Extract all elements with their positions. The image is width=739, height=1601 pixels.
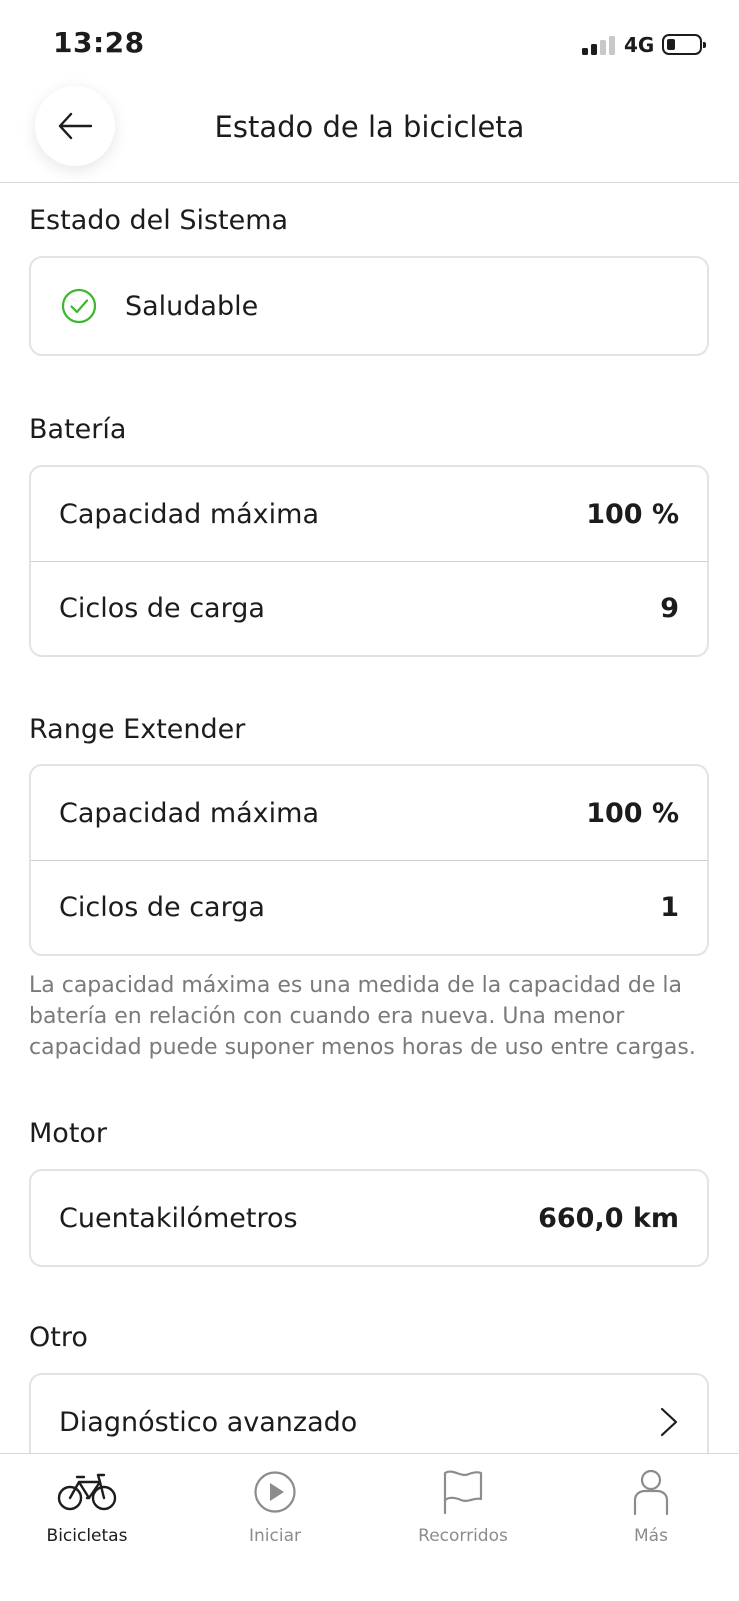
battery-card: Capacidad máxima 100 % Ciclos de carga 9 bbox=[29, 465, 709, 657]
header: Estado de la bicicleta bbox=[0, 80, 739, 183]
row-label: Capacidad máxima bbox=[59, 797, 320, 829]
row-label: Ciclos de carga bbox=[59, 593, 265, 624]
battery-cycles-row: Ciclos de carga 9 bbox=[31, 561, 707, 655]
battery-icon bbox=[662, 34, 706, 55]
tab-label: Más bbox=[634, 1526, 668, 1546]
odometer-row: Cuentakilómetros 660,0 km bbox=[31, 1171, 707, 1265]
signal-strength-icon bbox=[582, 36, 616, 55]
row-label: Diagnóstico avanzado bbox=[59, 1406, 358, 1438]
tab-bar: Bicicletas Iniciar Recorridos Más bbox=[0, 1453, 739, 1601]
battery-capacity-row: Capacidad máxima 100 % bbox=[31, 467, 707, 561]
system-status-label: Saludable bbox=[125, 290, 259, 322]
system-section-title: Estado del Sistema bbox=[29, 205, 289, 236]
play-circle-icon bbox=[254, 1471, 296, 1513]
row-value: 9 bbox=[660, 593, 679, 624]
check-circle-icon bbox=[61, 288, 97, 324]
row-value: 100 % bbox=[586, 797, 679, 829]
other-section-title: Otro bbox=[29, 1322, 88, 1353]
bicycle-icon bbox=[57, 1473, 117, 1511]
range-extender-cycles-row: Ciclos de carga 1 bbox=[31, 860, 707, 954]
row-label: Ciclos de carga bbox=[59, 892, 265, 923]
tab-label: Recorridos bbox=[418, 1526, 508, 1546]
status-bar: 13:28 4G bbox=[0, 0, 739, 80]
row-value: 100 % bbox=[586, 498, 679, 530]
row-label: Capacidad máxima bbox=[59, 498, 320, 530]
page-title: Estado de la bicicleta bbox=[214, 110, 525, 144]
range-extender-card: Capacidad máxima 100 % Ciclos de carga 1 bbox=[29, 764, 709, 956]
tab-mas[interactable]: Más bbox=[591, 1454, 711, 1564]
motor-card: Cuentakilómetros 660,0 km bbox=[29, 1169, 709, 1267]
row-value: 1 bbox=[660, 892, 679, 923]
network-type: 4G bbox=[624, 33, 655, 57]
status-time: 13:28 bbox=[53, 26, 145, 59]
system-status-card: Saludable bbox=[29, 256, 709, 356]
capacity-note: La capacidad máxima es una medida de la … bbox=[29, 973, 696, 1060]
person-icon bbox=[633, 1469, 669, 1515]
tab-iniciar[interactable]: Iniciar bbox=[215, 1454, 335, 1564]
tab-bicicletas[interactable]: Bicicletas bbox=[27, 1454, 147, 1564]
row-label: Cuentakilómetros bbox=[59, 1202, 298, 1234]
range-extender-capacity-row: Capacidad máxima 100 % bbox=[31, 766, 707, 860]
motor-section-title: Motor bbox=[29, 1118, 108, 1149]
range-extender-section-title: Range Extender bbox=[29, 714, 246, 745]
tab-recorridos[interactable]: Recorridos bbox=[403, 1454, 523, 1564]
row-value: 660,0 km bbox=[538, 1202, 679, 1234]
battery-section-title: Batería bbox=[29, 414, 127, 445]
flag-icon bbox=[443, 1470, 483, 1515]
tab-label: Bicicletas bbox=[46, 1526, 128, 1546]
tab-label: Iniciar bbox=[249, 1526, 301, 1546]
chevron-right-icon bbox=[660, 1407, 678, 1437]
